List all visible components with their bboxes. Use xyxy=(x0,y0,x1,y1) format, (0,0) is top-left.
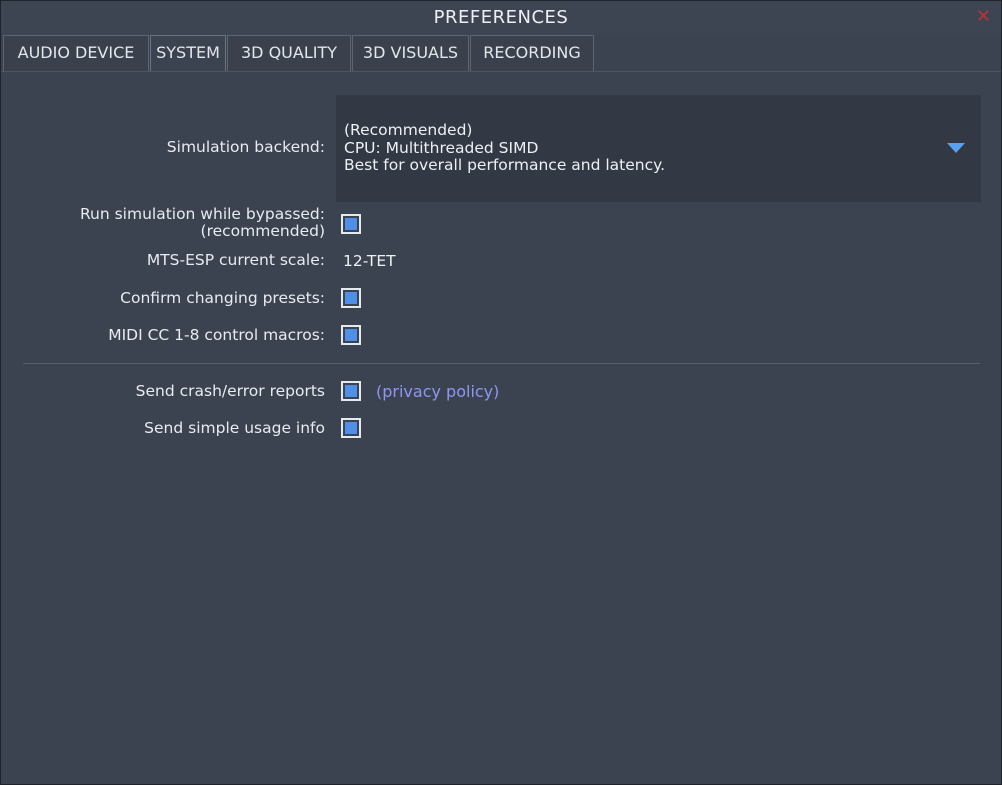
backend-line-description: Best for overall performance and latency… xyxy=(344,156,666,174)
tab-3d-quality[interactable]: 3D QUALITY xyxy=(227,35,351,71)
midi-cc-macros-label: MIDI CC 1-8 control macros: xyxy=(108,326,325,344)
checkbox-fill xyxy=(345,422,357,434)
mts-esp-scale-value: 12-TET xyxy=(343,252,396,270)
simulation-backend-selected: (Recommended) CPU: Multithreaded SIMD Be… xyxy=(344,121,666,175)
checkbox-fill xyxy=(345,292,357,304)
title-bar: PREFERENCES ✕ xyxy=(1,1,1001,35)
usage-info-checkbox[interactable] xyxy=(341,418,361,438)
checkbox-fill xyxy=(345,385,357,397)
tab-system[interactable]: SYSTEM xyxy=(150,35,226,71)
checkbox-fill xyxy=(345,218,357,230)
simulation-backend-dropdown[interactable]: (Recommended) CPU: Multithreaded SIMD Be… xyxy=(336,95,981,202)
midi-cc-macros-checkbox[interactable] xyxy=(341,325,361,345)
window-title: PREFERENCES xyxy=(433,7,569,28)
close-icon[interactable]: ✕ xyxy=(976,6,991,27)
run-while-bypassed-label-line1: Run simulation while bypassed: xyxy=(79,205,325,223)
backend-line-recommended: (Recommended) xyxy=(344,121,473,139)
tab-audio-device[interactable]: AUDIO DEVICE xyxy=(3,35,149,71)
preferences-window: PREFERENCES ✕ AUDIO DEVICE SYSTEM 3D QUA… xyxy=(0,0,1002,785)
confirm-presets-checkbox[interactable] xyxy=(341,288,361,308)
dropdown-triangle-icon[interactable] xyxy=(947,143,965,153)
usage-info-label: Send simple usage info xyxy=(144,419,325,437)
tab-bar: AUDIO DEVICE SYSTEM 3D QUALITY 3D VISUAL… xyxy=(1,35,1001,72)
run-while-bypassed-label-line2: (recommended) xyxy=(200,222,325,240)
confirm-presets-label: Confirm changing presets: xyxy=(120,289,325,307)
system-settings-panel: Simulation backend: (Recommended) CPU: M… xyxy=(1,72,1001,784)
crash-reports-label: Send crash/error reports xyxy=(135,382,325,400)
section-divider xyxy=(23,363,980,364)
tab-3d-visuals[interactable]: 3D VISUALS xyxy=(352,35,469,71)
backend-line-name: CPU: Multithreaded SIMD xyxy=(344,138,539,157)
run-while-bypassed-checkbox[interactable] xyxy=(341,214,361,234)
checkbox-fill xyxy=(345,329,357,341)
run-while-bypassed-label: Run simulation while bypassed: (recommen… xyxy=(80,206,325,240)
privacy-policy-link[interactable]: (privacy policy) xyxy=(376,382,499,401)
mts-esp-scale-label: MTS-ESP current scale: xyxy=(146,251,325,269)
tab-recording[interactable]: RECORDING xyxy=(470,35,594,71)
simulation-backend-label: Simulation backend: xyxy=(166,138,325,156)
crash-reports-checkbox[interactable] xyxy=(341,381,361,401)
